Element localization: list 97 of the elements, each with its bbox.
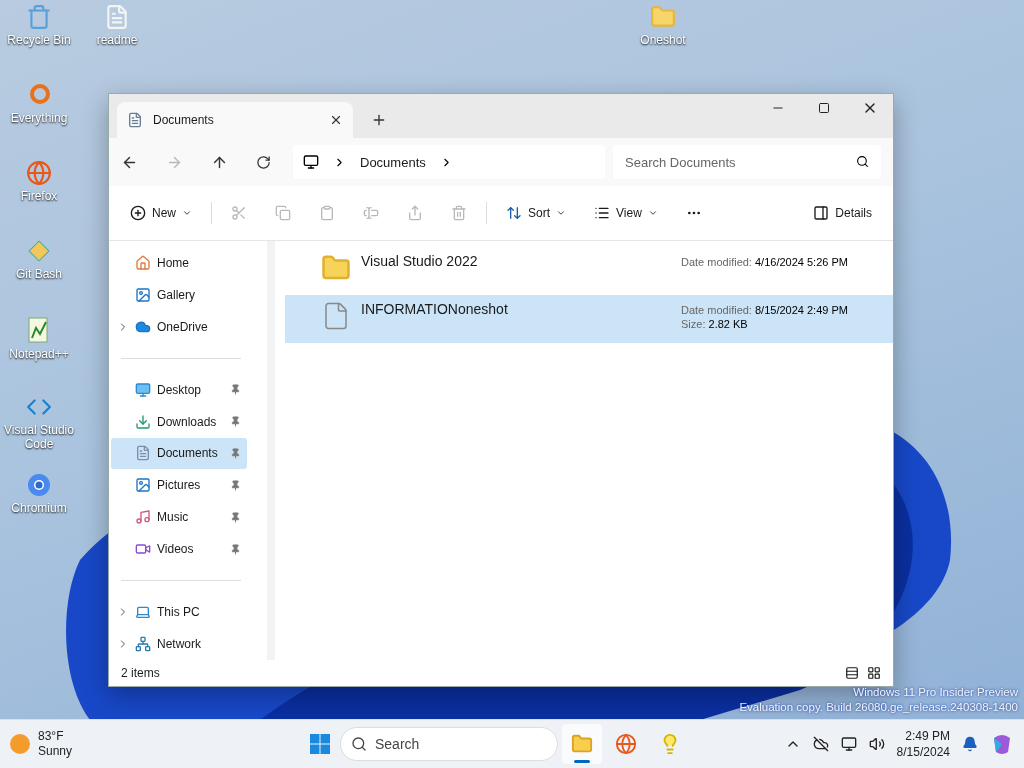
sidebar-item[interactable]: Videos	[111, 533, 247, 566]
item-count: 2 items	[121, 666, 161, 680]
file-name: INFORMATIONoneshot	[361, 301, 509, 317]
monitor-icon	[303, 154, 319, 170]
caret-icon	[556, 208, 567, 218]
temperature[interactable]: 83°F	[38, 729, 73, 744]
taskbar-app[interactable]	[562, 724, 602, 764]
clock[interactable]: 2:49 PM 8/15/2024	[896, 728, 950, 760]
sidebar-label: Documents	[157, 446, 219, 461]
pin-icon	[230, 448, 241, 459]
sort-button[interactable]: Sort	[497, 201, 576, 225]
sidebar-item[interactable]: Music	[111, 501, 247, 534]
sidebar-item[interactable]: Network	[111, 628, 247, 660]
search-icon	[351, 736, 367, 752]
sidebar-label: Pictures	[157, 478, 202, 493]
network-icon	[135, 636, 151, 652]
sidebar-label: Downloads	[157, 414, 218, 429]
computer-icon	[135, 604, 151, 621]
network-monitor-icon[interactable]	[840, 736, 857, 752]
desktop-icon	[135, 381, 151, 398]
paste-icon	[319, 205, 335, 221]
music-icon	[135, 509, 151, 526]
refresh-button[interactable]	[256, 154, 271, 170]
bell-icon[interactable]	[962, 736, 978, 752]
caret-icon	[182, 208, 192, 218]
sidebar-label: Videos	[157, 542, 195, 557]
sidebar-item[interactable]: Gallery	[111, 278, 247, 311]
search-icon	[856, 155, 869, 168]
globe-icon	[615, 733, 637, 755]
sort-icon	[506, 205, 522, 221]
taskbar-search[interactable]: Search	[340, 727, 558, 761]
sidebar-label: Home	[157, 255, 190, 270]
file-row[interactable]: Visual Studio 2022 Date modified: 4/16/2024 5:26 PM	[285, 247, 893, 295]
recycle-bin-icon	[26, 4, 52, 30]
tab-title: Documents	[153, 113, 215, 127]
view-button[interactable]: View	[585, 201, 667, 225]
rename-icon	[363, 205, 379, 221]
pin-icon	[230, 384, 241, 396]
window-tab[interactable]: Documents	[117, 102, 353, 138]
sun-icon	[10, 734, 30, 754]
size-text: Size: 2.82 KB	[681, 318, 749, 330]
caret-icon	[647, 208, 658, 218]
details-pane-icon	[813, 205, 830, 221]
folder-icon	[571, 733, 593, 755]
windows-logo-icon	[310, 734, 330, 754]
sidebar-item[interactable]: Downloads	[111, 405, 247, 438]
pin-icon	[230, 511, 241, 523]
document-icon	[104, 4, 130, 30]
date-modified-text: Date modified: 4/16/2024 5:26 PM	[681, 256, 849, 268]
file-row[interactable]: INFORMATIONoneshot Date modified: 8/15/2024 2:49 PM Size: 2.82 KB	[285, 295, 893, 343]
sidebar-label: This PC	[157, 605, 201, 620]
sidebar-item[interactable]: This PC	[111, 596, 247, 629]
cloud-off-icon[interactable]	[812, 736, 829, 752]
globe-icon	[26, 160, 52, 186]
volume-icon[interactable]	[868, 736, 885, 752]
details-button[interactable]: Details	[804, 201, 881, 225]
share-icon	[407, 205, 423, 221]
sidebar-label: OneDrive	[157, 319, 209, 334]
details-view-icon[interactable]	[845, 666, 859, 680]
cut-icon	[231, 205, 247, 221]
pin-icon	[230, 479, 241, 491]
pin-icon	[230, 543, 241, 555]
breadcrumb[interactable]: Documents	[360, 154, 426, 170]
new-tab-button[interactable]	[371, 112, 387, 128]
maximize-icon	[818, 102, 830, 114]
evaluation-watermark-text: Evaluation copy. Build 26080.ge_release.240308-1400	[739, 700, 1018, 715]
close-tab-button[interactable]	[329, 113, 343, 127]
list-icon	[594, 205, 611, 221]
sidebar-label: Music	[157, 510, 190, 525]
sidebar-item[interactable]: Pictures	[111, 469, 247, 502]
sidebar-label: Network	[157, 637, 202, 651]
file-name: Visual Studio 2022	[361, 253, 479, 269]
delete-icon	[451, 205, 467, 221]
search-field[interactable]: Search Documents	[613, 145, 881, 179]
sidebar-item[interactable]: Desktop	[111, 373, 247, 406]
sidebar-label: Desktop	[157, 382, 203, 397]
sidebar-item[interactable]: Documents	[111, 437, 247, 470]
tiles-view-icon[interactable]	[867, 666, 881, 680]
sidebar-item[interactable]: OneDrive	[111, 310, 247, 343]
sidebar-label: Gallery	[157, 287, 196, 302]
chromium-icon	[26, 472, 52, 498]
sidebar-item[interactable]: Home	[111, 247, 247, 279]
document-icon	[135, 445, 151, 462]
picture-icon	[135, 477, 151, 494]
pin-icon	[230, 416, 241, 428]
folder-icon	[650, 4, 676, 30]
date-modified-text: Date modified: 8/15/2024 2:49 PM	[681, 304, 849, 316]
document-icon	[127, 112, 143, 128]
new-button[interactable]: New	[121, 201, 201, 225]
picture-icon	[135, 286, 151, 303]
home-icon	[135, 254, 151, 271]
download-icon	[135, 413, 151, 430]
evaluation-watermark-text: Windows 11 Pro Insider Preview	[853, 685, 1018, 700]
weather-condition[interactable]: Sunny	[38, 744, 73, 759]
copy-icon	[275, 205, 291, 221]
plus-icon	[130, 205, 146, 221]
address-bar[interactable]: Documents	[293, 145, 605, 179]
